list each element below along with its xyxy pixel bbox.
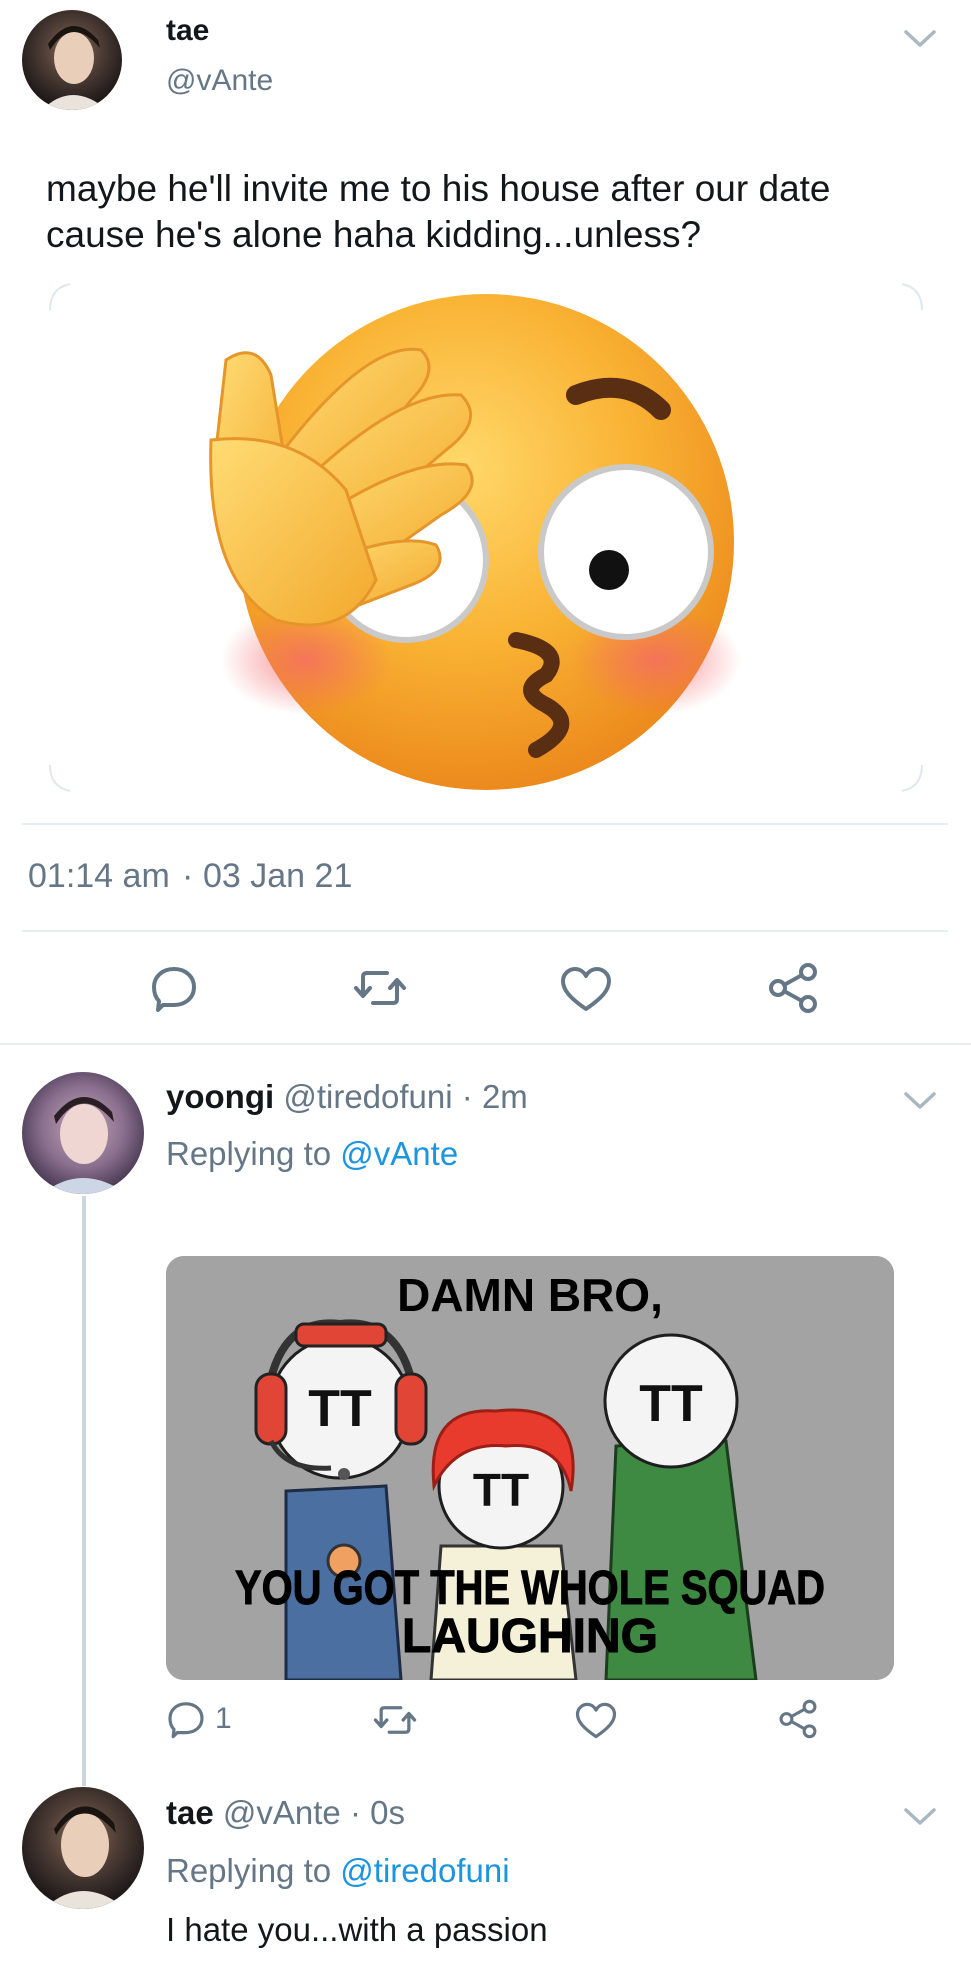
reply-count: 1	[215, 1702, 232, 1735]
divider	[22, 930, 948, 932]
meme-top-caption: DAMN BRO,	[397, 1269, 663, 1321]
share-icon[interactable]	[766, 962, 820, 1014]
reply-icon[interactable]	[149, 963, 199, 1013]
chevron-down-icon[interactable]	[902, 28, 938, 50]
tweet-time: 01:14 am	[28, 857, 170, 895]
separator-dot: ·	[349, 1794, 361, 1831]
share-icon[interactable]	[777, 1699, 819, 1739]
handle[interactable]: @tiredofuni	[283, 1078, 452, 1115]
separator-dot: ·	[182, 857, 194, 895]
retweet-icon[interactable]	[373, 1701, 417, 1739]
face-text: TT	[639, 1375, 703, 1433]
handle[interactable]: @vAnte	[166, 64, 273, 98]
replying-to: Replying to @vAnte	[166, 1135, 458, 1173]
avatar[interactable]	[22, 1072, 144, 1194]
tweet-age: 2m	[481, 1078, 528, 1115]
like-icon[interactable]	[560, 966, 612, 1012]
replying-to: Replying to @tiredofuni	[166, 1852, 510, 1890]
reply-icon[interactable]	[166, 1699, 206, 1739]
tweet-text-line-1: maybe he'll invite me to his house after…	[46, 168, 831, 209]
face-text: TT	[308, 1380, 372, 1438]
chevron-down-icon[interactable]	[902, 1806, 938, 1828]
tweet-age: 0s	[370, 1794, 405, 1831]
face-text: TT	[473, 1464, 529, 1516]
replying-to-link[interactable]: @tiredofuni	[340, 1852, 509, 1889]
chevron-down-icon[interactable]	[902, 1090, 938, 1112]
replying-to-link[interactable]: @vAnte	[340, 1135, 458, 1172]
retweet-icon[interactable]	[353, 965, 407, 1011]
thread-line	[82, 1196, 86, 1786]
avatar[interactable]	[22, 10, 122, 110]
divider	[22, 823, 948, 825]
handle[interactable]: @vAnte	[223, 1794, 341, 1831]
replying-prefix: Replying to	[166, 1852, 332, 1889]
separator-dot: ·	[461, 1078, 473, 1115]
avatar[interactable]	[22, 1787, 144, 1909]
display-name[interactable]: tae	[166, 14, 209, 48]
tweet-date: 03 Jan 21	[203, 857, 353, 895]
reply-header: tae @vAnte · 0s	[166, 1794, 405, 1832]
tweet-text-line-2: cause he's alone haha kidding...unless?	[46, 214, 702, 255]
section-divider	[0, 1043, 971, 1045]
meme-image[interactable]: TT TT TT DAMN BRO, YOU GOT THE WHOLE SQU…	[166, 1256, 894, 1680]
replying-prefix: Replying to	[166, 1135, 332, 1172]
meme-bottom-caption-line-1: YOU GOT THE WHOLE SQUAD	[235, 1562, 825, 1615]
like-icon[interactable]	[575, 1702, 617, 1739]
reply-header: yoongi @tiredofuni · 2m	[166, 1078, 528, 1116]
tweet-text: I hate you...with a passion	[166, 1911, 548, 1948]
display-name[interactable]: tae	[166, 1794, 214, 1831]
display-name[interactable]: yoongi	[166, 1078, 274, 1115]
meme-bottom-caption-line-2: LAUGHING	[402, 1610, 658, 1663]
face-with-hand-over-eye-emoji[interactable]	[46, 280, 926, 795]
